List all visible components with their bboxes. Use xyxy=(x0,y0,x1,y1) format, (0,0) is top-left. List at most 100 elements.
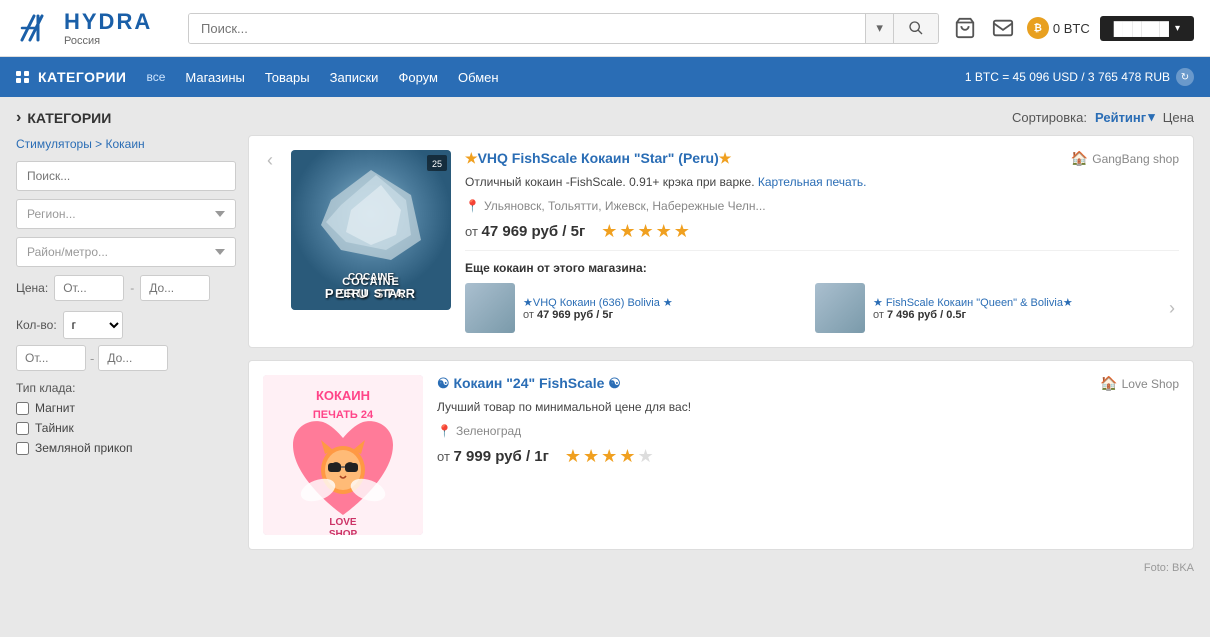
product-title-2[interactable]: ☯ Кокаин "24" FishScale ☯ xyxy=(437,375,621,392)
navbar: КАТЕГОРИИ все Магазины Товары Записки Фо… xyxy=(0,57,1210,97)
logo-sub: Россия xyxy=(64,35,152,47)
star-2-3: ★ xyxy=(601,446,617,467)
qty-inputs: - xyxy=(16,345,236,371)
product-details-1: ★VHQ FishScale Кокаин "Star" (Peru)★ 🏠 G… xyxy=(465,150,1179,333)
related-title-link-1-2[interactable]: ★ FishScale Кокаин "Queen" & Bolivia★ xyxy=(873,296,1073,309)
ground-label: Земляной прикоп xyxy=(35,441,132,455)
star-1-3: ★ xyxy=(638,221,654,242)
shop-name-1[interactable]: 🏠 GangBang shop xyxy=(1071,150,1179,167)
cocaine-peru-image: 25 COCAINE PERU STAR xyxy=(291,150,451,310)
product-card-2: КОКАИН ПЕЧАТЬ 24 xyxy=(248,360,1194,550)
nav-link-forum[interactable]: Форум xyxy=(398,70,438,85)
user-button[interactable]: ██████ ▾ xyxy=(1100,16,1194,41)
price-row: Цена: - xyxy=(16,275,236,301)
sort-rating[interactable]: Рейтинг ▾ xyxy=(1095,109,1155,125)
location-icon-2: 📍 xyxy=(437,424,452,438)
district-select[interactable]: Район/метро... xyxy=(16,237,236,267)
grid-icon xyxy=(16,71,30,83)
shop-icon-1: 🏠 xyxy=(1071,150,1088,167)
categories-label: КАТЕГОРИИ xyxy=(38,69,126,85)
price-to-input[interactable] xyxy=(140,275,210,301)
nav-link-posts[interactable]: Записки xyxy=(330,70,379,85)
stars-2: ★ ★ ★ ★ ★ xyxy=(565,446,654,467)
star-2-4: ★ xyxy=(619,446,635,467)
price-tag-2: от 7 999 руб / 1г xyxy=(437,448,549,465)
highlight-1: Картельная печать. xyxy=(758,175,867,189)
refresh-icon[interactable]: ↻ xyxy=(1176,68,1194,86)
nav-link-shops[interactable]: Магазины xyxy=(185,70,245,85)
cache-type-label: Тип клада: xyxy=(16,381,236,395)
mail-icon[interactable] xyxy=(989,14,1017,42)
price-rating-row-1: от 47 969 руб / 5г ★ ★ ★ ★ ★ xyxy=(465,221,1179,242)
qty-from-input[interactable] xyxy=(16,345,86,371)
search-button[interactable] xyxy=(893,14,938,43)
price-from-input[interactable] xyxy=(54,275,124,301)
qty-to-input[interactable] xyxy=(98,345,168,371)
stars-1: ★ ★ ★ ★ ★ xyxy=(601,221,690,242)
prev-arrow-1[interactable]: ‹ xyxy=(263,150,277,333)
search-dropdown-arrow[interactable]: ▾ xyxy=(865,14,893,43)
hydra-logo-icon xyxy=(16,8,56,48)
qty-unit-select[interactable]: г xyxy=(63,311,123,339)
svg-text:ПЕЧАТЬ 24: ПЕЧАТЬ 24 xyxy=(313,409,374,421)
next-arrow-related-1[interactable]: › xyxy=(1165,298,1179,319)
product-title-1[interactable]: ★VHQ FishScale Кокаин "Star" (Peru)★ xyxy=(465,150,731,167)
shop-label-1: GangBang shop xyxy=(1092,152,1179,166)
btc-amount: 0 BTC xyxy=(1053,21,1090,36)
related-img-inner-1-1 xyxy=(465,283,515,333)
nav-link-exchange[interactable]: Обмен xyxy=(458,70,499,85)
navbar-left: КАТЕГОРИИ все Магазины Товары Записки Фо… xyxy=(16,69,499,85)
related-title-1: Еще кокаин от этого магазина: xyxy=(465,261,1179,275)
cart-icon[interactable] xyxy=(951,14,979,42)
shop-icon-2: 🏠 xyxy=(1100,375,1117,392)
magnet-label: Магнит xyxy=(35,401,75,415)
price-dash: - xyxy=(130,281,134,295)
product-related-1: Еще кокаин от этого магазина: ★VHQ Кокаи… xyxy=(465,250,1179,333)
product-title-row-1: ★VHQ FishScale Кокаин "Star" (Peru)★ 🏠 G… xyxy=(465,150,1179,167)
related-item-1-1: ★VHQ Кокаин (636) Bolivia ★ от 47 969 ру… xyxy=(465,283,807,333)
star-2-1: ★ xyxy=(565,446,581,467)
nav-link-goods[interactable]: Товары xyxy=(265,70,310,85)
btc-icon: ₿ xyxy=(1027,17,1049,39)
svg-text:PERU STAR: PERU STAR xyxy=(325,286,417,301)
magnet-checkbox[interactable] xyxy=(16,402,29,415)
price-label: Цена: xyxy=(16,281,48,295)
location-row-2: 📍 Зеленоград xyxy=(437,424,1179,438)
price-value-1: 47 969 руб / 5г xyxy=(482,223,586,240)
related-title-link-1-1[interactable]: ★VHQ Кокаин (636) Bolivia ★ xyxy=(523,296,673,309)
star-suffix-1: ★ xyxy=(719,150,732,166)
svg-text:25: 25 xyxy=(432,159,442,169)
header: HYDRA Россия ▾ ₿ 0 BTC ██████ ▾ xyxy=(0,0,1210,57)
sidebar: КАТЕГОРИИ Стимуляторы > Кокаин Регион...… xyxy=(16,109,236,574)
qty-row: Кол-во: г xyxy=(16,311,236,339)
breadcrumb-link[interactable]: Стимуляторы > Кокаин xyxy=(16,137,236,151)
cache-option-magnet: Магнит xyxy=(16,401,236,415)
qty-label: Кол-во: xyxy=(16,318,57,332)
related-img-1-1 xyxy=(465,283,515,333)
ground-checkbox[interactable] xyxy=(16,442,29,455)
sidebar-search-input[interactable] xyxy=(16,161,236,191)
sort-price[interactable]: Цена xyxy=(1163,110,1194,125)
product-title-row-2: ☯ Кокаин "24" FishScale ☯ 🏠 Love Shop xyxy=(437,375,1179,392)
nav-all-link[interactable]: все xyxy=(146,70,165,84)
navbar-right: 1 BTC = 45 096 USD / 3 765 478 RUB ↻ xyxy=(965,68,1194,86)
logo-area: HYDRA Россия xyxy=(16,8,176,48)
shop-name-2[interactable]: 🏠 Love Shop xyxy=(1100,375,1179,392)
user-dropdown-arrow: ▾ xyxy=(1175,23,1180,34)
logo-text: HYDRA Россия xyxy=(64,9,152,47)
related-price-1-2: от 7 496 руб / 0.5г xyxy=(873,309,1073,321)
region-select[interactable]: Регион... xyxy=(16,199,236,229)
product-image-1: 25 COCAINE PERU STAR xyxy=(291,150,451,310)
love-shop-image: КОКАИН ПЕЧАТЬ 24 xyxy=(263,375,423,535)
tainik-label: Тайник xyxy=(35,421,74,435)
header-icons: ₿ 0 BTC ██████ ▾ xyxy=(951,14,1194,42)
location-row-1: 📍 Ульяновск, Тольятти, Ижевск, Набережны… xyxy=(465,199,1179,213)
price-tag-1: от 47 969 руб / 5г xyxy=(465,223,585,240)
nav-categories[interactable]: КАТЕГОРИИ xyxy=(16,69,126,85)
star-1-5: ★ xyxy=(674,221,690,242)
tainik-checkbox[interactable] xyxy=(16,422,29,435)
product-card-1: ‹ xyxy=(248,135,1194,348)
search-input[interactable] xyxy=(189,14,865,43)
star-2-2: ★ xyxy=(583,446,599,467)
product-desc-1: Отличный кокаин -FishScale. 0.91+ крэка … xyxy=(465,173,1179,191)
